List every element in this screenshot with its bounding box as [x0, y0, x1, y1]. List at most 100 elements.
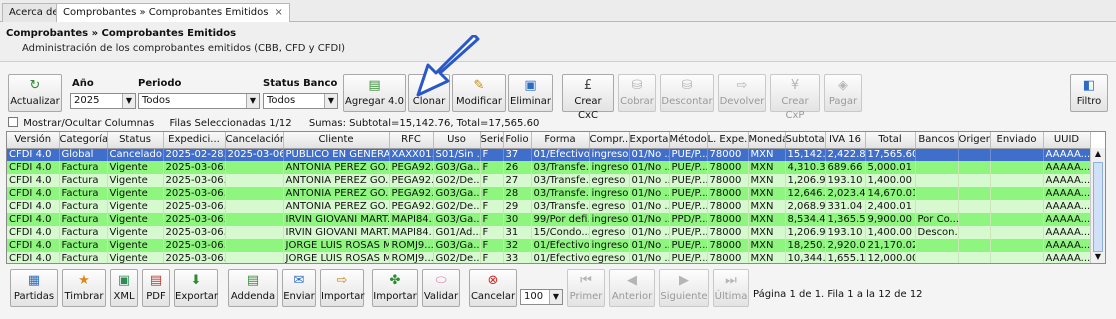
- first-page-button[interactable]: ⏮ Primer: [567, 269, 605, 307]
- clone-label: Clonar: [412, 96, 446, 107]
- year-select[interactable]: 2025 ▼: [70, 93, 136, 109]
- table-cell: 03/Transfe...: [531, 187, 590, 200]
- last-page-icon: ⏭: [725, 273, 737, 288]
- tab-issued-receipts[interactable]: Comprobantes » Comprobantes Emitidos ×: [56, 3, 290, 23]
- import-button[interactable]: ⇨ Importar: [320, 269, 364, 307]
- bank-status-select[interactable]: Todos ▼: [263, 93, 338, 109]
- column-header[interactable]: Status: [107, 132, 164, 149]
- table-cell: 01/No ...: [629, 252, 670, 263]
- table-row[interactable]: CFDI 4.0FacturaVigente2025-03-06... ANTON…: [7, 200, 1091, 213]
- pay-button[interactable]: ◈ Pagar: [824, 74, 862, 112]
- bank-status-label: Status Banco: [263, 78, 338, 89]
- column-header[interactable]: Categoría: [59, 132, 108, 149]
- year-value: 2025: [74, 95, 100, 106]
- column-header[interactable]: RFC: [389, 132, 434, 149]
- column-header[interactable]: Expedici...: [163, 132, 226, 149]
- table-cell: [915, 148, 959, 161]
- column-header[interactable]: Folio: [503, 132, 532, 149]
- table-cell: ANTONIA PEREZ GO...: [283, 161, 390, 174]
- table-cell: 01/Efectivo: [531, 148, 590, 161]
- column-header[interactable]: Cancelación: [225, 132, 284, 149]
- column-header[interactable]: Origen: [958, 132, 991, 149]
- table-cell: ANTONIA PEREZ GO...: [283, 200, 390, 213]
- cancel-button[interactable]: ⊗ Cancelar: [469, 269, 517, 307]
- table-header-row: Versión Categoría Status Expedici... Cancela…: [7, 132, 1091, 149]
- page-size-select[interactable]: 100 ▼: [520, 289, 563, 305]
- table-row[interactable]: CFDI 4.0GlobalCancelado2025-02-28...2025…: [7, 148, 1091, 161]
- stamp-button[interactable]: ★ Timbrar: [62, 269, 106, 307]
- import-icon: ⇨: [336, 273, 348, 288]
- column-header[interactable]: Bancos: [915, 132, 959, 149]
- coins-icon: ⛁: [681, 78, 693, 93]
- xml-button[interactable]: ▣ XML: [110, 269, 138, 307]
- modify-button[interactable]: ✎ Modificar: [452, 74, 506, 112]
- addenda-button[interactable]: ▤ Addenda: [228, 269, 278, 307]
- stamp-label: Timbrar: [64, 291, 104, 302]
- close-icon[interactable]: ×: [274, 7, 282, 18]
- table-cell: [958, 200, 991, 213]
- table-cell: [225, 174, 284, 187]
- return-button[interactable]: ⇨ Devolver: [718, 74, 766, 112]
- parts-button[interactable]: ▦ Partidas: [10, 269, 58, 307]
- discount-button[interactable]: ⛁ Descontar: [660, 74, 714, 112]
- table-cell: MAPI84...: [389, 226, 434, 239]
- create-cxc-button[interactable]: £ Crear CxC: [562, 74, 614, 121]
- column-header[interactable]: Forma: [531, 132, 590, 149]
- column-header[interactable]: UUID: [1043, 132, 1091, 149]
- validate-button[interactable]: ⬭ Validar: [422, 269, 460, 307]
- scroll-down-icon[interactable]: ▼: [1091, 251, 1105, 263]
- table-cell: F: [480, 200, 504, 213]
- column-header[interactable]: Exporta...: [629, 132, 670, 149]
- table-row[interactable]: CFDI 4.0FacturaVigente2025-03-06... IRVIN…: [7, 213, 1091, 226]
- tab-label: Acerca de: [9, 7, 59, 18]
- table-cell: Factura: [59, 239, 108, 252]
- column-header[interactable]: Uso: [433, 132, 481, 149]
- table-cell: Cancelado: [107, 148, 164, 161]
- send-button[interactable]: ✉ Enviar: [282, 269, 316, 307]
- period-select[interactable]: Todos ▼: [138, 93, 260, 109]
- delete-button[interactable]: ▣ Eliminar: [508, 74, 553, 112]
- column-header[interactable]: Método: [669, 132, 708, 149]
- table-cell: 2,422.84: [825, 148, 866, 161]
- show-columns-checkbox[interactable]: [8, 117, 18, 127]
- column-header[interactable]: Cliente: [283, 132, 390, 149]
- last-page-button[interactable]: ⏭ Última: [713, 269, 749, 307]
- column-header[interactable]: Compr...: [589, 132, 630, 149]
- column-header[interactable]: Subtotal: [785, 132, 826, 149]
- table-cell: AAAAA...: [1043, 226, 1091, 239]
- pdf-button[interactable]: ▤ PDF: [142, 269, 170, 307]
- vertical-scrollbar[interactable]: ▲ ▼: [1090, 148, 1105, 263]
- table-row[interactable]: CFDI 4.0FacturaVigente2025-03-06... ANTON…: [7, 187, 1091, 200]
- table-cell: CFDI 4.0: [7, 174, 60, 187]
- scroll-up-icon[interactable]: ▲: [1091, 148, 1105, 160]
- table-cell: F: [480, 174, 504, 187]
- previous-page-button[interactable]: ◀ Anterior: [609, 269, 655, 307]
- create-cxp-button[interactable]: ¥ Crear CxP: [770, 74, 820, 121]
- clone-button[interactable]: ⧉ Clonar: [408, 74, 450, 112]
- refresh-button[interactable]: ↻ Actualizar: [8, 74, 62, 112]
- column-header[interactable]: Versión: [7, 132, 60, 149]
- table-row[interactable]: CFDI 4.0FacturaVigente2025-03-06... JORGE…: [7, 239, 1091, 252]
- table-row[interactable]: CFDI 4.0FacturaVigente2025-03-06... JORGE…: [7, 252, 1091, 263]
- table-row[interactable]: CFDI 4.0FacturaVigente2025-03-06... IRVIN…: [7, 226, 1091, 239]
- charge-button[interactable]: ⛁ Cobrar: [618, 74, 656, 112]
- column-header[interactable]: Serie: [480, 132, 504, 149]
- export-button[interactable]: ⬇ Exportar: [174, 269, 218, 307]
- filter-button[interactable]: ◧ Filtro: [1070, 74, 1108, 112]
- table-cell: Vigente: [107, 239, 164, 252]
- add-button[interactable]: ▤ Agregar 4.0: [343, 74, 406, 112]
- column-header[interactable]: L. Expe...: [707, 132, 749, 149]
- next-page-button[interactable]: ▶ Siguiente: [659, 269, 709, 307]
- table-cell: [225, 187, 284, 200]
- send-label: Enviar: [283, 291, 315, 302]
- column-header[interactable]: Moneda: [748, 132, 786, 149]
- import-batch-button[interactable]: ✤ Importar: [372, 269, 418, 307]
- table-row[interactable]: CFDI 4.0FacturaVigente2025-03-06... ANTON…: [7, 174, 1091, 187]
- scroll-thumb[interactable]: [1093, 162, 1103, 252]
- table-row[interactable]: CFDI 4.0FacturaVigente2025-03-06... ANTON…: [7, 161, 1091, 174]
- column-header[interactable]: Total: [865, 132, 916, 149]
- column-header[interactable]: Enviado: [990, 132, 1044, 149]
- table-cell: [990, 252, 1044, 263]
- column-header[interactable]: IVA 16: [825, 132, 866, 149]
- table-cell: 14,670.01: [865, 187, 916, 200]
